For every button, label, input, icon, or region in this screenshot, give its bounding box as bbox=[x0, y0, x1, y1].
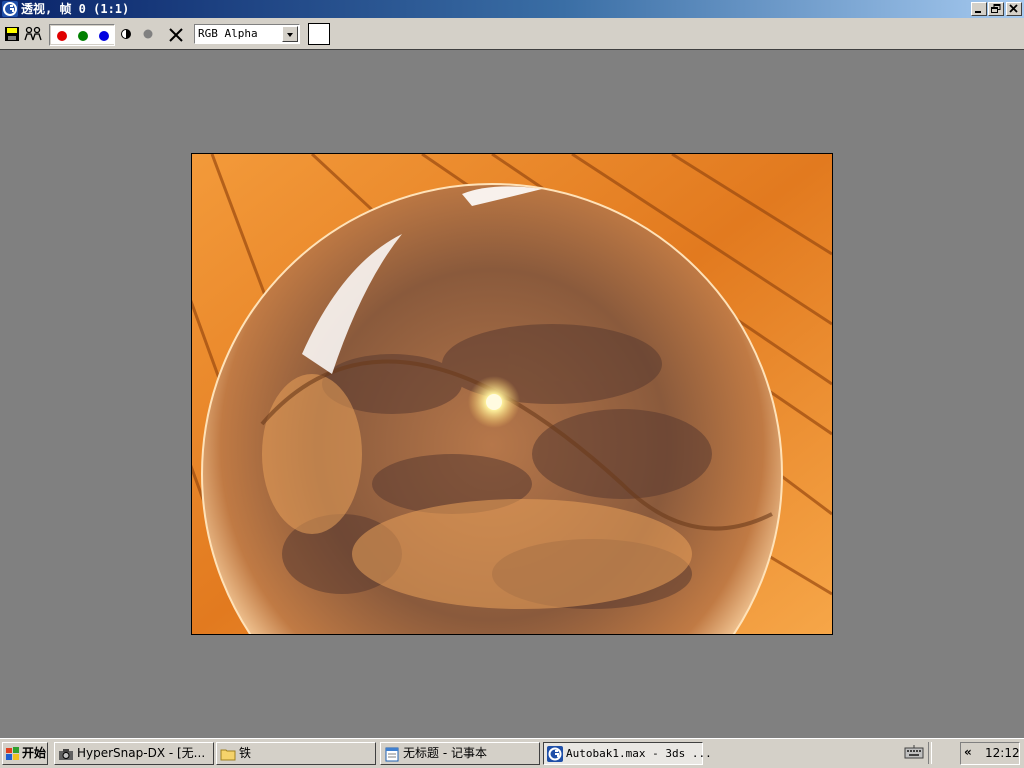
render-glass-sphere-on-wood bbox=[192, 154, 832, 634]
tray-expand-button[interactable]: « bbox=[964, 745, 972, 759]
task-label: 无标题 - 记事本 bbox=[403, 746, 487, 760]
dropdown-arrow-button[interactable] bbox=[282, 26, 298, 42]
notepad-icon bbox=[385, 747, 399, 762]
blue-channel-button[interactable] bbox=[93, 26, 114, 44]
minimize-icon bbox=[975, 11, 981, 13]
keyboard-icon[interactable] bbox=[904, 744, 924, 760]
3dsmax-icon bbox=[547, 746, 563, 762]
task-label: 铁 bbox=[239, 746, 252, 760]
window-title-bar[interactable]: 透视, 帧 0 (1:1) bbox=[0, 0, 1024, 18]
restore-button[interactable] bbox=[988, 2, 1004, 16]
blue-dot-icon bbox=[99, 31, 109, 41]
task-3dsmax[interactable]: Autobak1.max - 3ds ... bbox=[543, 742, 712, 765]
restore-icon bbox=[991, 4, 1001, 13]
channel-toggle-group bbox=[49, 24, 115, 46]
channel-dropdown-value: RGB Alpha bbox=[198, 27, 258, 40]
close-button[interactable] bbox=[1006, 2, 1022, 16]
taskbar: 开始 HyperSnap-DX - [无... 铁 无标题 - 记事本 Auto… bbox=[0, 738, 1024, 768]
clear-x-icon[interactable] bbox=[168, 27, 184, 43]
folder-icon bbox=[220, 749, 236, 761]
task-hypersnap[interactable]: HyperSnap-DX - [无... bbox=[54, 742, 214, 765]
alpha-dot-icon[interactable] bbox=[142, 28, 154, 40]
taskbar-separator bbox=[928, 742, 932, 764]
windows-logo-icon bbox=[6, 747, 19, 760]
frame-buffer-toolbar bbox=[0, 18, 1024, 50]
start-label: 开始 bbox=[22, 746, 47, 760]
task-label: HyperSnap-DX - [无... bbox=[77, 746, 206, 760]
task-notepad[interactable]: 无标题 - 记事本 bbox=[380, 742, 540, 765]
task-folder[interactable]: 铁 bbox=[216, 742, 376, 765]
system-tray: « 12:12 bbox=[960, 742, 1020, 765]
minimize-button[interactable] bbox=[971, 2, 987, 16]
mono-icon[interactable] bbox=[120, 28, 132, 40]
clock[interactable]: 12:12 bbox=[985, 746, 1020, 761]
red-dot-icon bbox=[57, 31, 67, 41]
green-dot-icon bbox=[78, 31, 88, 41]
camera-icon bbox=[59, 749, 73, 760]
green-channel-button[interactable] bbox=[72, 26, 93, 44]
task-label: Autobak1.max - 3ds ... bbox=[566, 747, 712, 760]
3dsmax-app-icon bbox=[2, 1, 18, 17]
red-channel-button[interactable] bbox=[51, 26, 72, 44]
window-title: 透视, 帧 0 (1:1) bbox=[21, 2, 130, 16]
save-icon[interactable] bbox=[4, 26, 20, 42]
start-button[interactable]: 开始 bbox=[2, 742, 48, 765]
chevron-down-icon bbox=[287, 33, 293, 37]
channel-dropdown[interactable]: RGB Alpha bbox=[194, 24, 300, 44]
color-swatch[interactable] bbox=[308, 23, 330, 45]
rendered-image bbox=[191, 153, 833, 635]
close-icon bbox=[1009, 4, 1018, 13]
clone-icon[interactable] bbox=[24, 26, 42, 42]
